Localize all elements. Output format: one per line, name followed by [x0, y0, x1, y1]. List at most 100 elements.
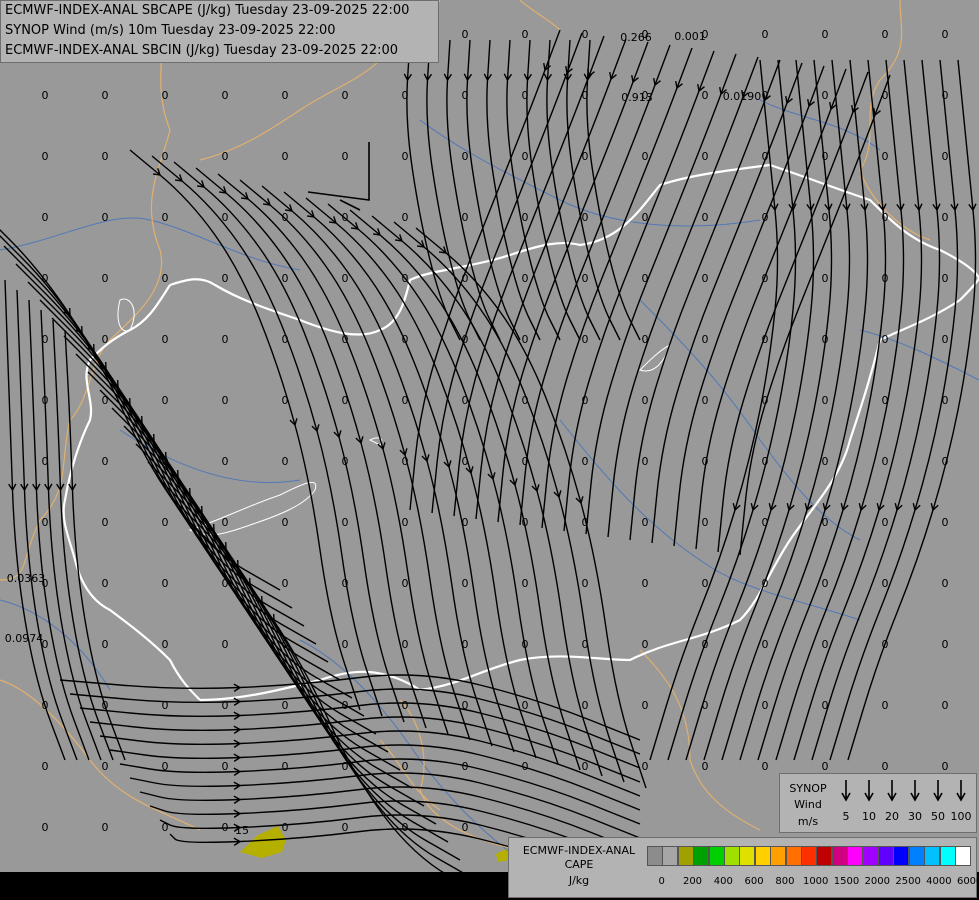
cin-value: 0	[462, 821, 469, 834]
cin-value: 0	[282, 516, 289, 529]
cape-tick-label: 2000	[864, 876, 891, 887]
cin-value: 0	[162, 455, 169, 468]
cin-value: 0	[582, 394, 589, 407]
cin-value: 0	[522, 516, 529, 529]
cin-value: 0	[762, 394, 769, 407]
cin-value: 0	[282, 577, 289, 590]
wind-arrow-icon	[887, 780, 897, 802]
cin-value: 0	[222, 577, 229, 590]
wind-arrow-icon	[956, 780, 966, 802]
cin-value: 0	[522, 699, 529, 712]
cin-value: 0	[42, 699, 49, 712]
cin-value: 0	[42, 821, 49, 834]
cin-value: 0	[462, 516, 469, 529]
cape-color-swatch	[893, 846, 910, 866]
cape-legend-title-line1: ECMWF-INDEX-ANAL	[522, 844, 636, 857]
cin-value: 0	[462, 89, 469, 102]
cin-value: 0	[462, 760, 469, 773]
cin-value: 0	[402, 516, 409, 529]
cin-value: 0	[822, 150, 829, 163]
synop-legend-unit: m/s	[797, 815, 819, 828]
cin-value: 0	[162, 272, 169, 285]
cin-value: 0	[42, 455, 49, 468]
cin-value: 0	[462, 28, 469, 41]
synop-legend-title: SYNOP	[789, 782, 827, 795]
wind-speed-label: 100	[950, 810, 972, 823]
cin-value: 0	[762, 638, 769, 651]
cape-color-swatch	[785, 846, 802, 866]
cin-value: 0	[882, 28, 889, 41]
cape-color-swatch	[662, 846, 679, 866]
wind-speed-label: 50	[931, 810, 945, 823]
cin-value: 0	[102, 638, 109, 651]
cin-value: 0	[942, 638, 949, 651]
cin-value: 0	[522, 577, 529, 590]
wind-arrow-icon	[933, 780, 943, 802]
cin-value: 0	[162, 577, 169, 590]
weather-map[interactable]: 0 0 0 0 0 0 0 0 0 0 0 0 0 0 0 0 0 0 0 0 0 0 0 0 0 0 0 0 0 0 0 0 0 0 0 0 0 0 0 0…	[0, 0, 979, 900]
cin-value: 0	[882, 272, 889, 285]
cin-value: 0	[762, 516, 769, 529]
cin-value: 0	[342, 89, 349, 102]
cin-value: 0	[522, 638, 529, 651]
cin-value: 0	[522, 394, 529, 407]
cin-value: 0	[642, 272, 649, 285]
cin-value: 0	[942, 150, 949, 163]
cape-color-legend: ECMWF-INDEX-ANAL CAPE J/kg 0 200 400 600 800…	[508, 837, 979, 898]
cin-value: 0	[282, 455, 289, 468]
cin-value: 0	[882, 333, 889, 346]
cin-value: 0	[342, 638, 349, 651]
cape-tick-label: 0	[658, 876, 665, 887]
cape-tick-label: 200	[682, 876, 703, 887]
cape-tick-label: 1000	[802, 876, 829, 887]
cin-value: 0	[462, 272, 469, 285]
cin-value: 0	[642, 333, 649, 346]
cape-color-swatch	[847, 846, 864, 866]
wind-arrow-icons	[841, 780, 966, 802]
cin-value: 0	[882, 211, 889, 224]
cin-value: 0	[462, 211, 469, 224]
cin-value: 0	[402, 455, 409, 468]
wind-speed-label: 10	[862, 810, 876, 823]
cin-value: 0	[642, 394, 649, 407]
cape-tick-label: 2500	[895, 876, 921, 887]
cin-value: 0	[942, 211, 949, 224]
cin-value: 0	[222, 150, 229, 163]
cin-value: 0	[162, 638, 169, 651]
cin-value: 0	[282, 89, 289, 102]
cin-value: 0	[762, 760, 769, 773]
cin-value: 0	[702, 760, 709, 773]
cin-value: 0	[762, 333, 769, 346]
cin-value: 0	[222, 516, 229, 529]
cin-value: 0	[702, 150, 709, 163]
cin-value: 0	[762, 150, 769, 163]
cin-value: 0	[762, 577, 769, 590]
cin-value: 0	[42, 760, 49, 773]
cin-value: 0	[762, 211, 769, 224]
cin-value: 0	[882, 638, 889, 651]
cin-value: 0	[162, 150, 169, 163]
wind-arrow-icon	[841, 780, 851, 802]
cin-value: 0	[222, 333, 229, 346]
cin-value: 0	[102, 516, 109, 529]
header-line-cin: ECMWF-INDEX-ANAL SBCIN (J/kg) Tuesday 23…	[5, 43, 399, 58]
cin-value: 0	[282, 394, 289, 407]
cin-value: 0	[582, 150, 589, 163]
cin-value: 0	[702, 577, 709, 590]
cin-value: 0	[522, 150, 529, 163]
cin-value: 0	[402, 394, 409, 407]
cin-value: 0	[822, 577, 829, 590]
cin-value: 0	[162, 394, 169, 407]
wind-speed-label: 20	[885, 810, 899, 823]
cape-tick-label: 4000	[926, 876, 952, 887]
cape-color-swatch	[708, 846, 725, 866]
cin-value: 0	[582, 455, 589, 468]
cin-value: 0	[642, 760, 649, 773]
cin-value: 0	[882, 760, 889, 773]
cin-value: 0	[522, 211, 529, 224]
cin-value: 0	[282, 699, 289, 712]
cin-value: 0	[42, 333, 49, 346]
cin-value: 0	[642, 150, 649, 163]
cin-value: 0	[822, 638, 829, 651]
cin-value: 0	[942, 394, 949, 407]
